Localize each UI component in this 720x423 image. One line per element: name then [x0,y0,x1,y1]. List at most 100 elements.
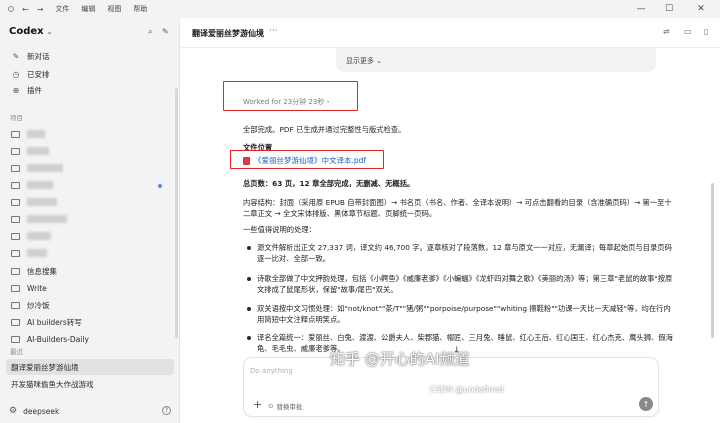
sidebar-scrollbar[interactable] [175,88,178,338]
new-chat-icon[interactable]: ✎ [162,27,169,36]
worked-label: Worked for 23分钟 23秒 [243,98,325,106]
sidebar-project-rehash[interactable]: 炒冷饭 [6,297,174,313]
note-item: 双关语按中文习惯处理：如"not/knot""茶/T""猪/粥""porpois… [257,304,671,324]
sidebar-project-redacted[interactable] [6,160,174,176]
sidebar-item-label: 翻译爱丽丝梦游仙境 [11,362,79,372]
approval-mode-label: 替换审批 [276,403,303,411]
app-icon [8,6,14,12]
folder-icon [11,130,20,138]
sidebar-project-redacted[interactable] [6,177,174,193]
pdf-icon [243,156,250,165]
collapsed-message [336,48,656,72]
search-icon[interactable]: ⌕ [148,27,152,37]
maximize-icon[interactable]: ☐ [656,0,682,18]
sidebar-item-label: 开发猫咪偷鱼大作战游戏 [11,379,94,389]
folder-icon [11,198,20,206]
sidebar-item-label: 炒冷饭 [27,300,50,310]
sidebar-project-info-gathering[interactable]: 信息搜集 [6,263,174,279]
redacted-label [27,249,47,257]
thread-title: 翻译爱丽丝梦游仙境 [192,29,264,38]
more-options-button[interactable]: ··· [269,26,278,36]
zhihu-watermark: 知乎 @开心的AI频道 [330,350,470,368]
sidebar-project-redacted[interactable] [6,211,174,227]
pdf-file-link[interactable]: 《爱丽丝梦游仙境》中文译本.pdf [243,155,366,166]
sidebar-project-redacted[interactable] [6,126,174,142]
app-name: Codex [9,26,44,37]
redacted-label [27,215,67,223]
redacted-label [27,232,51,240]
bullet-dot [247,246,251,250]
sidebar-item-label: 已安排 [27,69,50,79]
chevron-down-icon: ⌄ [376,57,383,65]
folder-icon [11,284,20,292]
note-item: 诗歌全部做了中文押韵处理，包括《小鳄鱼》《威廉老爹》《小蝙蝠》《龙虾四对舞之歌》… [257,274,673,294]
plugin-icon: ⊕ [12,85,20,95]
sidebar-item-label: AI builders转写 [27,317,82,327]
completion-text: 全部完成。PDF 已生成并通过完整性与版式检查。 [243,125,406,134]
sidebar: Codex ⌄ ⌕ ✎ ✎ 新对话 ◷ 已安排 ⊕ 插件 项目 信息搜集 Wri… [0,18,180,423]
sidebar-project-redacted[interactable] [6,143,174,159]
forward-button[interactable]: → [37,5,44,14]
sidebar-item-label: 信息搜集 [27,266,57,276]
redacted-label [27,130,45,138]
menu-help[interactable]: 帮助 [133,4,147,14]
show-more-button[interactable]: 显示更多 ⌄ [346,56,382,66]
app-switcher[interactable]: Codex ⌄ [9,26,52,37]
folder-icon [11,249,20,257]
menu-edit[interactable]: 编辑 [81,4,95,14]
account-button[interactable]: ⚙ deepseek [9,406,59,416]
menu-file[interactable]: 文件 [55,4,69,14]
send-button[interactable]: ↑ [639,397,653,411]
redacted-label [27,198,57,206]
bullet-dot [247,336,251,340]
sidebar-item-scheduled[interactable]: ◷ 已安排 [6,66,174,82]
terminal-icon[interactable]: ▭ [684,27,692,36]
sidebar-item-new-chat[interactable]: ✎ 新对话 [6,48,174,64]
projects-section-label: 项目 [10,114,23,122]
main-scrollbar[interactable] [711,183,714,338]
menu-view[interactable]: 视图 [107,4,121,14]
sidebar-item-label: 新对话 [27,51,50,61]
sidebar-item-label: 插件 [27,85,42,95]
folder-icon [11,181,20,189]
worked-duration-toggle[interactable]: Worked for 23分钟 23秒 › [243,97,329,107]
sidebar-project-ai-builders-daily[interactable]: AI-Builders-Daily [6,331,174,347]
csdn-watermark: CSDN @undefined [430,385,504,394]
folder-icon [11,232,20,240]
diff-icon[interactable]: ⇌ [663,27,670,36]
sidebar-project-redacted[interactable] [6,245,174,261]
folder-icon [11,335,20,343]
sidebar-project-write[interactable]: Write [6,280,174,296]
recent-section-label: 最近 [10,348,23,356]
folder-icon [11,301,20,309]
account-name: deepseek [23,406,60,416]
note-item: 源文件解析出正文 27,337 词，译文约 46,700 字。逐章核对了段落数，… [257,243,672,263]
sidebar-item-label: Write [27,283,47,293]
panel-toggle-icon[interactable]: ▯ [704,27,708,36]
redacted-label [27,164,63,172]
folder-icon [11,318,20,326]
show-more-label: 显示更多 [346,57,374,65]
sidebar-project-redacted[interactable] [6,228,174,244]
structure-text: 内容结构：封面（采用原 EPUB 自带封面图）→ 书名页（书名、作者、全译本说明… [243,198,672,218]
approval-icon: ⊙ [268,402,274,410]
approval-mode-selector[interactable]: ⊙ 替换审批 [268,401,302,411]
back-button[interactable]: ← [22,5,29,14]
bullet-dot [247,277,251,281]
clock-icon: ◷ [12,69,20,79]
summary-text: 总页数：63 页，12 章全部完成，无删减、无概括。 [243,179,415,188]
minimize-icon[interactable]: — [628,0,654,18]
folder-icon [11,147,20,155]
chevron-down-icon: ⌄ [46,27,53,36]
close-icon[interactable]: ✕ [688,0,714,18]
help-icon[interactable]: ? [162,406,171,415]
file-name: 《爱丽丝梦游仙境》中文译本.pdf [254,156,367,165]
sidebar-project-ai-builders-transcribe[interactable]: AI builders转写 [6,314,174,330]
sidebar-recent-alice-translation[interactable]: 翻译爱丽丝梦游仙境 [6,359,174,375]
notes-heading: 一些值得说明的处理： [243,225,316,234]
sidebar-project-redacted[interactable] [6,194,174,210]
sidebar-recent-cat-fish-game[interactable]: 开发猫咪偷鱼大作战游戏 [6,376,174,392]
chevron-right-icon: › [326,98,330,106]
add-attachment-button[interactable]: + [253,398,262,411]
sidebar-item-plugins[interactable]: ⊕ 插件 [6,82,174,98]
